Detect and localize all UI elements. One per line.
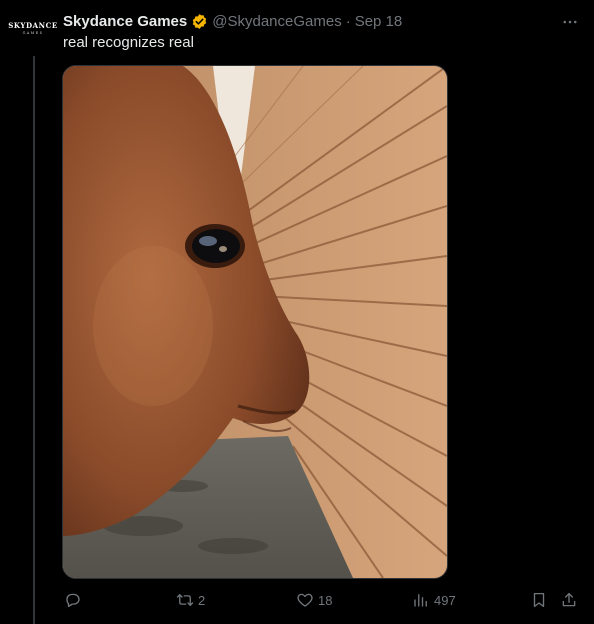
avatar-brand-subtext: GAMES [22,31,44,35]
share-icon [562,592,576,607]
retweet-button[interactable]: 2 [176,588,205,612]
author-handle[interactable]: @SkydanceGames [212,13,341,30]
tweet-header: Skydance Games @SkydanceGames · Sep 18 [63,10,402,32]
views-count: 497 [434,592,456,608]
verified-badge-icon[interactable] [191,13,208,30]
retweet-count: 2 [198,592,206,608]
retweet-icon [176,594,194,606]
views-button[interactable]: 497 [412,588,456,612]
author-display-name[interactable]: Skydance Games [63,13,187,30]
bookmark-button[interactable] [530,588,548,612]
header-separator: · [345,12,351,30]
bookmark-icon [533,592,545,608]
avatar[interactable]: SKYDANCE GAMES [8,10,58,46]
tweet[interactable]: SKYDANCE GAMES Skydance Games @SkydanceG… [0,0,594,624]
tweet-actions-bar: 2 18 497 [58,588,588,612]
tweet-photo[interactable] [62,65,448,579]
like-count: 18 [318,592,333,608]
reply-icon [66,593,80,608]
thread-line [33,56,35,624]
tweet-text: real recognizes real [63,34,194,51]
reply-button[interactable] [64,588,86,612]
views-icon [414,594,427,607]
avatar-brand-text: SKYDANCE [8,21,58,30]
share-button[interactable] [560,588,578,612]
horse-photo-illustration [63,66,447,578]
like-button[interactable]: 18 [296,588,332,612]
heart-icon [297,593,313,607]
more-icon[interactable] [558,12,582,32]
tweet-date[interactable]: Sep 18 [355,13,403,30]
